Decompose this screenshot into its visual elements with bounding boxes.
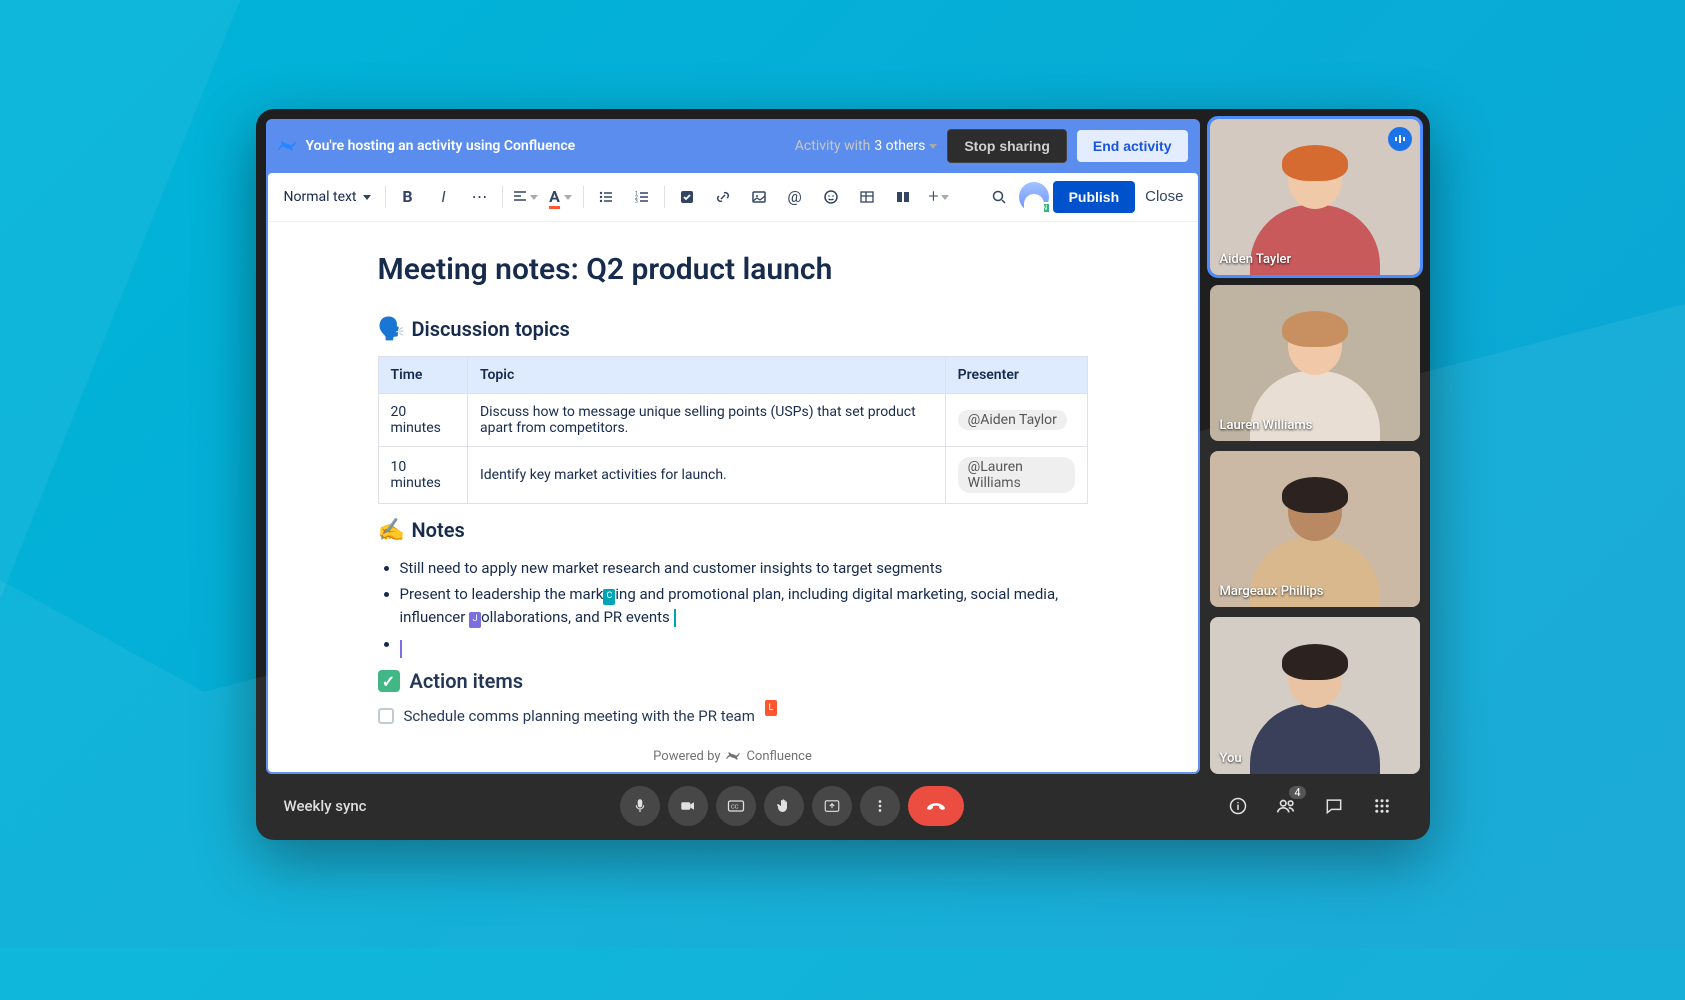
bullet-list-button[interactable] [590,181,622,213]
notes-list: Still need to apply new market research … [378,557,1088,656]
collab-cursor-c: C [603,589,615,605]
chevron-down-icon [530,195,538,200]
meeting-info-button[interactable] [1218,786,1258,826]
end-activity-button[interactable]: End activity [1077,130,1188,162]
layouts-button[interactable] [887,181,919,213]
page-title: Meeting notes: Q2 product launch [378,252,1088,287]
th-presenter: Presenter [945,356,1087,393]
th-time: Time [378,356,467,393]
table-button[interactable] [851,181,883,213]
text-style-dropdown[interactable]: Normal text [276,185,379,209]
search-button[interactable] [983,181,1015,213]
participant-name: Margeaux Phillips [1220,584,1324,599]
participant-name: Lauren Williams [1220,418,1313,433]
activity-host-message: You're hosting an activity using Conflue… [306,138,576,154]
discussion-topics-heading: 🗣️ Discussion topics [378,317,1088,342]
svg-text:3: 3 [635,199,638,205]
confluence-logo-icon [278,137,296,155]
collab-cursor-l: L [765,700,777,716]
italic-button[interactable]: I [428,181,460,213]
publish-button[interactable]: Publish [1053,181,1136,213]
task-button[interactable] [671,181,703,213]
stop-sharing-button[interactable]: Stop sharing [947,129,1067,163]
more-formatting-button[interactable]: ⋯ [464,181,496,213]
people-count-badge: 4 [1289,786,1305,799]
presence-badge: N [1039,202,1051,214]
emoji-button[interactable] [815,181,847,213]
list-item: Still need to apply new market research … [400,557,1088,580]
chevron-down-icon [941,195,949,200]
participant-tile[interactable]: Margeaux Phillips [1210,451,1420,607]
participant-name: You [1220,751,1242,766]
collab-caret [400,640,402,658]
image-button[interactable] [743,181,775,213]
mention[interactable]: @Aiden Taylor [958,410,1067,430]
numbered-list-button[interactable]: 123 [626,181,658,213]
user-avatar[interactable]: N [1019,182,1049,212]
participant-tile[interactable]: Lauren Williams [1210,285,1420,441]
discussion-topics-table: Time Topic Presenter 20 minutes Discuss … [378,356,1088,504]
writing-hand-icon: ✍️ [378,518,402,543]
insert-dropdown[interactable]: + [923,181,955,213]
activities-button[interactable] [1362,786,1402,826]
chat-button[interactable] [1314,786,1354,826]
participant-tile[interactable]: You [1210,617,1420,773]
speaking-head-icon: 🗣️ [378,317,402,342]
chevron-down-icon [564,195,572,200]
mention-button[interactable]: @ [779,181,811,213]
activity-bar: You're hosting an activity using Conflue… [268,121,1198,173]
bold-button[interactable]: B [392,181,424,213]
collab-caret [674,609,676,627]
speaking-indicator-icon [1388,127,1412,151]
collab-cursor-j: J [469,612,481,628]
text-color-dropdown[interactable]: A [545,181,577,213]
chevron-down-icon [929,144,937,149]
close-button[interactable]: Close [1145,188,1183,205]
align-dropdown[interactable] [509,181,541,213]
list-item [400,633,1088,656]
link-button[interactable] [707,181,739,213]
participant-name: Aiden Tayler [1220,252,1292,267]
editor-toolbar: Normal text B I ⋯ A 123 [268,173,1198,222]
table-row: 20 minutes Discuss how to message unique… [378,393,1087,446]
list-item: Present to leadership the markCing and p… [400,583,1088,629]
participant-tile[interactable]: Aiden Tayler [1210,119,1420,275]
activity-with[interactable]: Activity with 3 others [795,138,938,154]
people-button[interactable]: 4 [1266,786,1306,826]
th-topic: Topic [467,356,945,393]
chevron-down-icon [363,195,371,200]
